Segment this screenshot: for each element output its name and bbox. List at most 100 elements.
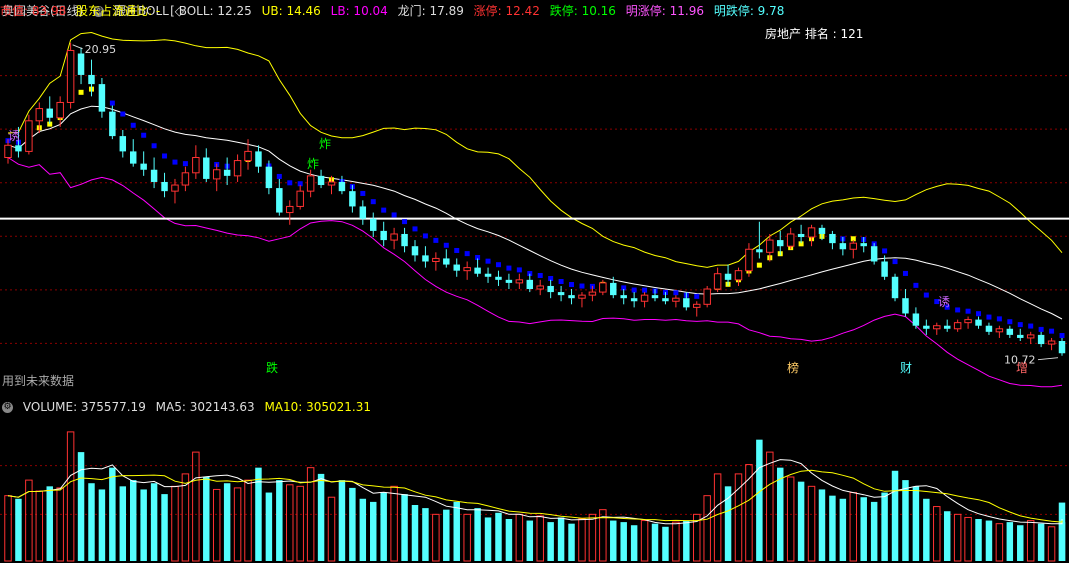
trend-dot bbox=[1007, 319, 1013, 325]
volume-bar bbox=[1058, 502, 1066, 561]
candle-body bbox=[745, 248, 753, 272]
candle-body bbox=[1037, 334, 1045, 345]
price-chart[interactable]: 20.9510.72诱炸炸跌榜财增诱 bbox=[0, 22, 1069, 397]
trend-dot bbox=[902, 270, 908, 276]
volume-bar bbox=[786, 476, 795, 562]
candle-body bbox=[244, 150, 252, 162]
candle-body bbox=[536, 285, 544, 290]
volume-bar bbox=[1006, 522, 1014, 561]
volume-settings-icon[interactable]: ⚙ bbox=[2, 402, 13, 413]
candle-body bbox=[98, 84, 106, 112]
volume-bar bbox=[203, 477, 210, 561]
volume-bar bbox=[839, 498, 847, 561]
trend-dot bbox=[360, 190, 366, 196]
header-right: 市值: 83.98 股东占流通比: - [◇ bbox=[0, 0, 1067, 22]
candle-body bbox=[933, 325, 941, 330]
candle-body bbox=[557, 292, 565, 296]
volume-bar bbox=[870, 501, 878, 561]
candle-body bbox=[975, 319, 982, 326]
candle-body bbox=[683, 298, 690, 308]
candle-body bbox=[88, 74, 95, 85]
volume-bar bbox=[860, 497, 867, 561]
event-marker: 炸 bbox=[319, 137, 331, 151]
trend-dot bbox=[287, 180, 293, 186]
volume-bar bbox=[317, 473, 325, 561]
trend-dot bbox=[986, 314, 992, 320]
candle-body bbox=[1017, 334, 1024, 338]
trend-dot bbox=[882, 248, 888, 254]
volume-bar bbox=[432, 513, 440, 562]
volume-bar bbox=[265, 492, 273, 561]
trend-dot bbox=[109, 100, 115, 106]
volume-bar bbox=[953, 513, 962, 562]
trend-dot bbox=[151, 143, 157, 149]
trend-dot bbox=[381, 207, 387, 213]
trend-dot bbox=[756, 262, 762, 268]
candle-body bbox=[359, 206, 367, 219]
volume-bar bbox=[943, 511, 951, 561]
volume-bar bbox=[881, 492, 888, 561]
volume-bar bbox=[610, 520, 617, 561]
candle-body bbox=[140, 163, 147, 170]
trend-dot bbox=[1017, 322, 1023, 328]
volume-bar bbox=[380, 492, 387, 561]
candle-body bbox=[233, 160, 242, 177]
candle-body bbox=[849, 242, 858, 250]
candle-body bbox=[599, 282, 607, 293]
volume-chart[interactable] bbox=[0, 417, 1069, 563]
volume-bar bbox=[443, 509, 450, 561]
trend-dot bbox=[454, 247, 460, 253]
volume-bar bbox=[327, 496, 336, 562]
volume-bar bbox=[1047, 526, 1056, 562]
volume-bar bbox=[296, 485, 304, 562]
volume-bar bbox=[703, 495, 711, 562]
candle-body bbox=[109, 111, 116, 137]
candle-body bbox=[839, 243, 847, 250]
volume-bar bbox=[1037, 523, 1045, 561]
trend-dot bbox=[955, 307, 961, 313]
candle-body bbox=[526, 279, 534, 290]
trend-dot bbox=[537, 272, 543, 278]
low-price-arrow bbox=[1037, 357, 1059, 361]
volume-bar bbox=[161, 494, 168, 561]
candle-body bbox=[390, 233, 398, 241]
rank-label: 房地产 排名 : 121 bbox=[765, 27, 864, 41]
trend-dot bbox=[78, 89, 84, 95]
volume-bar bbox=[129, 480, 137, 561]
trend-dot bbox=[402, 219, 408, 225]
volume-bar bbox=[484, 517, 492, 561]
volume-bar bbox=[547, 522, 554, 561]
boll-mid-line bbox=[7, 105, 1063, 320]
candle-body bbox=[192, 157, 200, 174]
volume-bar bbox=[109, 467, 116, 561]
volume-bar bbox=[640, 520, 649, 562]
candle-body bbox=[515, 279, 524, 284]
volume-bar bbox=[370, 501, 377, 561]
volume-bar bbox=[912, 486, 920, 561]
volume-bar bbox=[797, 481, 805, 561]
volume-bar bbox=[923, 498, 930, 561]
candle-body bbox=[902, 298, 909, 314]
candle-body bbox=[923, 325, 930, 329]
volume-bar bbox=[756, 439, 763, 561]
candle-body bbox=[129, 151, 137, 164]
trend-dot bbox=[631, 287, 637, 293]
trend-dot bbox=[464, 251, 470, 257]
trend-dot bbox=[172, 159, 178, 165]
candle-body bbox=[766, 239, 774, 253]
candle-body bbox=[66, 49, 75, 103]
volume-bar bbox=[1017, 525, 1024, 561]
volume-bar bbox=[536, 515, 544, 562]
candle-body bbox=[505, 279, 513, 283]
candle-body bbox=[881, 261, 888, 277]
candle-body bbox=[610, 282, 617, 296]
trend-dot bbox=[923, 292, 929, 298]
candle-body bbox=[734, 270, 743, 281]
bracket-icon[interactable]: [◇ bbox=[170, 4, 184, 18]
volume-bar bbox=[140, 489, 147, 561]
candle-body bbox=[891, 276, 899, 299]
volume-bar bbox=[1026, 520, 1035, 562]
volume-bar bbox=[56, 487, 64, 562]
trend-dot bbox=[965, 308, 971, 314]
candle-body bbox=[296, 190, 304, 207]
